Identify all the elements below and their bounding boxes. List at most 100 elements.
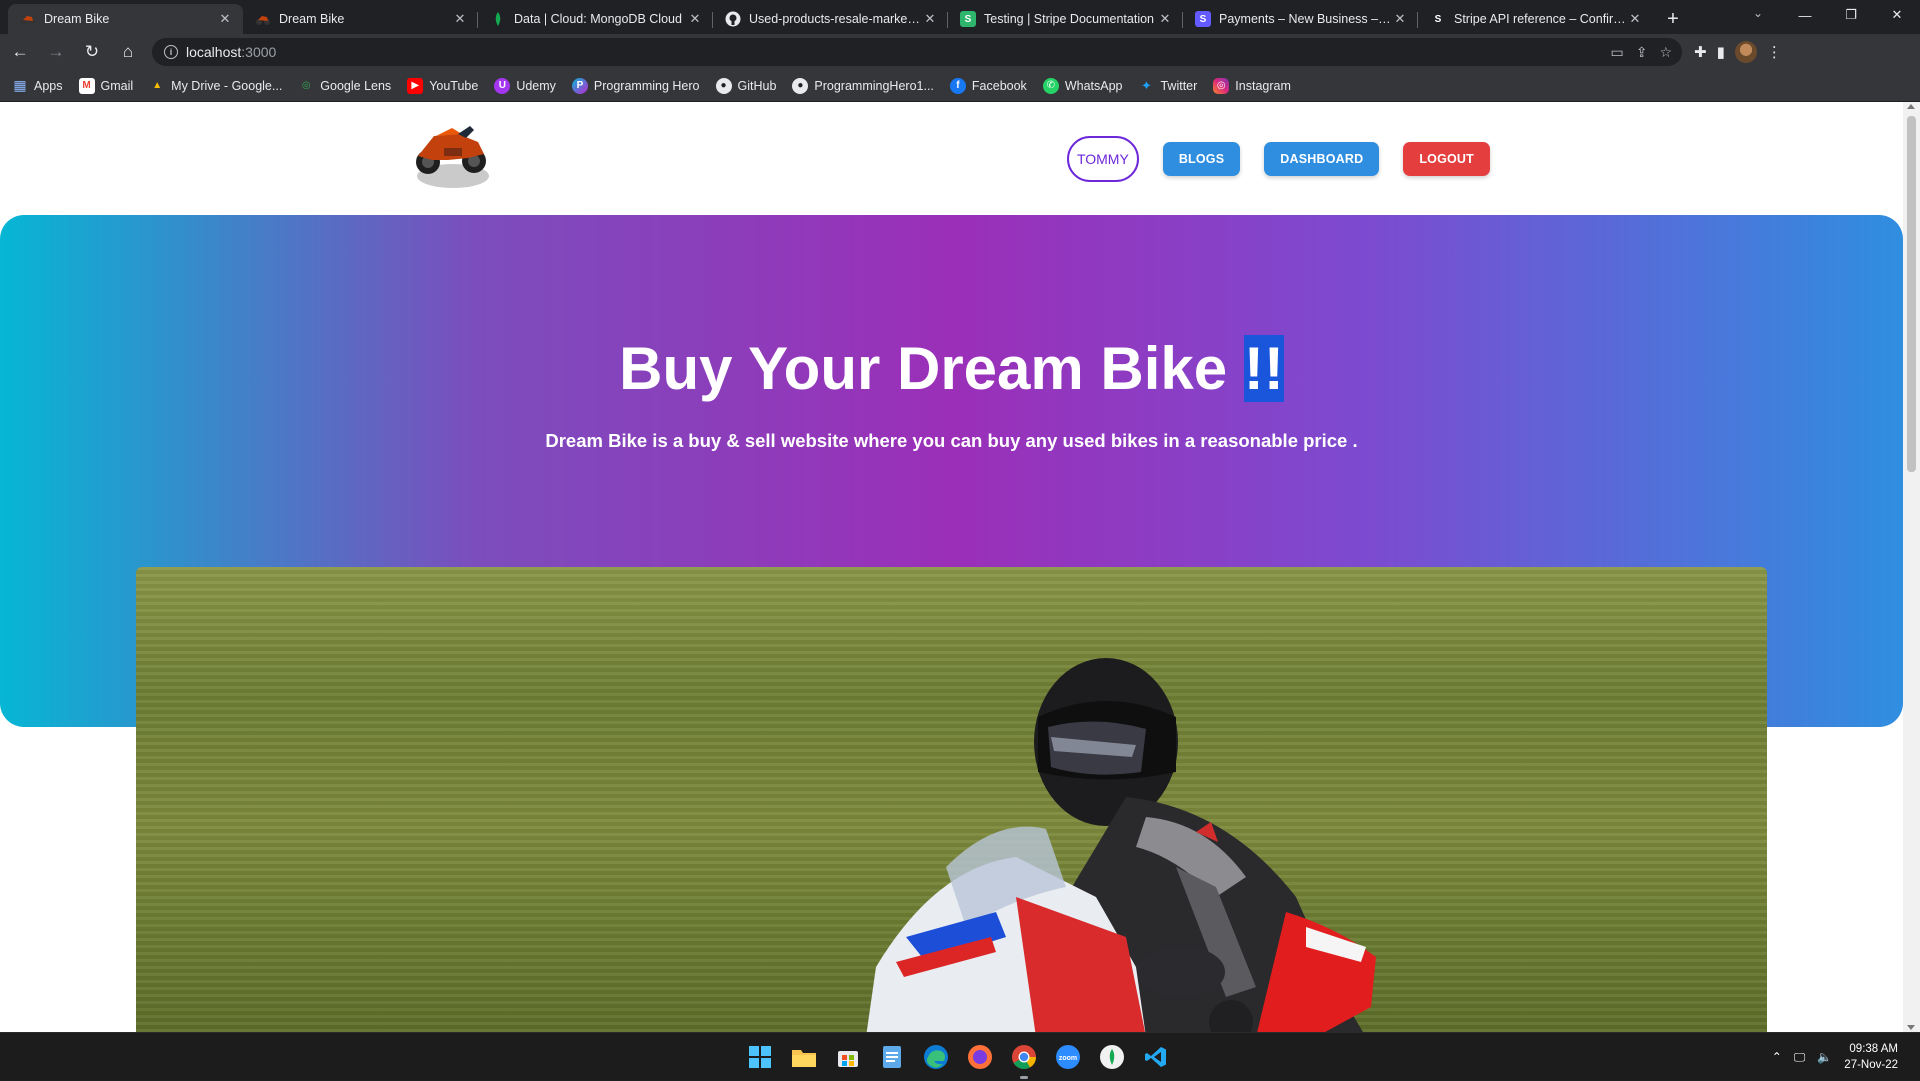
tab-mongodb[interactable]: Data | Cloud: MongoDB Cloud ✕: [478, 4, 713, 34]
hero-subtitle: Dream Bike is a buy & sell website where…: [545, 430, 1358, 451]
bookmark-facebook[interactable]: f Facebook: [949, 77, 1027, 94]
clock-time: 09:38 AM: [1849, 1043, 1898, 1055]
side-panel-icon[interactable]: ▮: [1717, 43, 1725, 61]
site-info-icon[interactable]: i: [164, 45, 178, 59]
bookmark-programming-hero[interactable]: P Programming Hero: [571, 77, 700, 94]
stripe-icon: S: [960, 11, 976, 27]
twitter-icon: ✦: [1141, 77, 1152, 93]
bookmark-apps[interactable]: ▦ Apps: [12, 77, 63, 94]
scroll-up-icon[interactable]: [1907, 104, 1915, 109]
zoom-icon[interactable]: zoom: [1052, 1041, 1084, 1073]
tab-dream-bike-1[interactable]: Dream Bike ✕: [8, 4, 243, 34]
mongodb-compass-icon[interactable]: [1096, 1041, 1128, 1073]
instagram-icon: ◎: [1213, 77, 1230, 94]
dream-bike-logo[interactable]: [408, 114, 498, 202]
taskbar-apps: zoom: [744, 1033, 1172, 1081]
network-icon[interactable]: 🖵: [1794, 1050, 1806, 1065]
windows-start-icon[interactable]: [744, 1041, 776, 1073]
notepad-icon[interactable]: [876, 1041, 908, 1073]
close-icon[interactable]: ✕: [922, 11, 938, 27]
tab-title: Stripe API reference – Confirm a: [1454, 12, 1627, 26]
tab-stripe-payments[interactable]: S Payments – New Business – Strip ✕: [1183, 4, 1418, 34]
bookmark-label: Udemy: [516, 78, 556, 93]
bookmark-twitter[interactable]: ✦ Twitter: [1138, 78, 1197, 94]
share-icon[interactable]: ⇪: [1636, 44, 1648, 61]
youtube-icon: ▶: [407, 77, 424, 94]
bookmark-label: Gmail: [100, 78, 134, 93]
page-scrollbar[interactable]: [1903, 102, 1920, 1032]
vscode-icon[interactable]: [1140, 1041, 1172, 1073]
facebook-icon: f: [949, 77, 966, 94]
bookmark-udemy[interactable]: U Udemy: [494, 77, 556, 94]
close-icon[interactable]: ✕: [452, 11, 468, 27]
tab-title: Payments – New Business – Strip: [1219, 12, 1392, 26]
tab-search-icon[interactable]: ⌄: [1746, 6, 1770, 20]
blogs-button[interactable]: BLOGS: [1162, 142, 1241, 176]
bookmark-label: Programming Hero: [593, 78, 700, 93]
close-icon[interactable]: ✕: [1627, 11, 1643, 27]
page-viewport: TOMMY BLOGS DASHBOARD LOGOUT Buy Your Dr…: [0, 102, 1920, 1032]
clock[interactable]: 09:38 AM 27-Nov-22: [1844, 1041, 1898, 1073]
forward-icon[interactable]: →: [40, 38, 72, 66]
logout-button[interactable]: LOGOUT: [1403, 142, 1490, 176]
volume-icon[interactable]: 🔈: [1817, 1050, 1832, 1064]
bookmark-label: WhatsApp: [1064, 78, 1123, 93]
bookmark-drive[interactable]: ▲ My Drive - Google...: [149, 78, 282, 94]
microsoft-store-icon[interactable]: [832, 1041, 864, 1073]
bookmark-label: Apps: [34, 78, 63, 93]
close-icon[interactable]: ✕: [1157, 11, 1173, 27]
firefox-icon[interactable]: [964, 1041, 996, 1073]
restore-icon[interactable]: ❐: [1828, 0, 1874, 30]
minimize-icon[interactable]: —: [1782, 0, 1828, 30]
bookmark-gmail[interactable]: M Gmail: [78, 77, 134, 94]
bookmark-lens[interactable]: ◎ Google Lens: [298, 78, 391, 94]
window-controls: — ❐ ✕: [1782, 0, 1920, 30]
window-close-icon[interactable]: ✕: [1874, 0, 1920, 30]
chevron-up-icon[interactable]: ⌃: [1772, 1050, 1782, 1064]
dream-bike-icon: [255, 11, 271, 27]
bookmark-github[interactable]: ● GitHub: [715, 77, 776, 94]
address-bar[interactable]: i localhost:3000 ▭ ⇪ ☆: [152, 38, 1682, 66]
apps-grid-icon: ▦: [13, 77, 27, 93]
close-icon[interactable]: ✕: [217, 11, 233, 27]
profile-avatar[interactable]: [1734, 41, 1757, 63]
tab-strip: Dream Bike ✕ Dream Bike ✕ Data | Cloud: …: [0, 0, 1920, 34]
site-navbar: TOMMY BLOGS DASHBOARD LOGOUT: [0, 102, 1903, 214]
menu-kebab-icon[interactable]: ⋮: [1767, 43, 1782, 61]
stripe-icon: S: [1195, 11, 1211, 27]
edge-icon[interactable]: [920, 1041, 952, 1073]
hero-motorcycle-image: [136, 567, 1767, 1032]
udemy-icon: U: [494, 77, 511, 94]
bookmark-star-icon[interactable]: ☆: [1659, 44, 1672, 61]
bookmark-programminghero-github[interactable]: ● ProgrammingHero1...: [792, 77, 934, 94]
github-icon: ●: [792, 77, 809, 94]
tab-stripe-testing[interactable]: S Testing | Stripe Documentation ✕: [948, 4, 1183, 34]
tab-layout-icon[interactable]: ▭: [1610, 44, 1623, 61]
new-tab-button[interactable]: +: [1659, 4, 1687, 34]
stripe-icon: S: [1430, 11, 1446, 27]
tab-github-repo[interactable]: Used-products-resale-market-A ✕: [713, 4, 948, 34]
home-icon[interactable]: ⌂: [112, 38, 144, 66]
bookmark-instagram[interactable]: ◎ Instagram: [1213, 77, 1291, 94]
clock-date: 27-Nov-22: [1844, 1059, 1898, 1071]
dashboard-button[interactable]: DASHBOARD: [1264, 142, 1380, 176]
chrome-icon[interactable]: [1008, 1041, 1040, 1079]
tab-dream-bike-2[interactable]: Dream Bike ✕: [243, 4, 478, 34]
whatsapp-icon: ✆: [1042, 77, 1059, 94]
extensions-icon[interactable]: ✚: [1694, 43, 1707, 61]
tab-title: Used-products-resale-market-A: [749, 12, 922, 26]
file-explorer-icon[interactable]: [788, 1041, 820, 1073]
tab-title: Dream Bike: [279, 12, 345, 26]
bookmark-whatsapp[interactable]: ✆ WhatsApp: [1042, 77, 1123, 94]
scroll-down-icon[interactable]: [1907, 1025, 1915, 1030]
user-name-button[interactable]: TOMMY: [1066, 136, 1139, 182]
back-icon[interactable]: ←: [4, 38, 36, 66]
bookmark-youtube[interactable]: ▶ YouTube: [407, 77, 479, 94]
close-icon[interactable]: ✕: [687, 11, 703, 27]
dream-bike-icon: [20, 11, 36, 27]
reload-icon[interactable]: ↻: [76, 38, 108, 66]
tab-stripe-api[interactable]: S Stripe API reference – Confirm a ✕: [1418, 4, 1653, 34]
close-icon[interactable]: ✕: [1392, 11, 1408, 27]
scrollbar-thumb[interactable]: [1907, 116, 1916, 472]
bookmark-label: YouTube: [429, 78, 479, 93]
